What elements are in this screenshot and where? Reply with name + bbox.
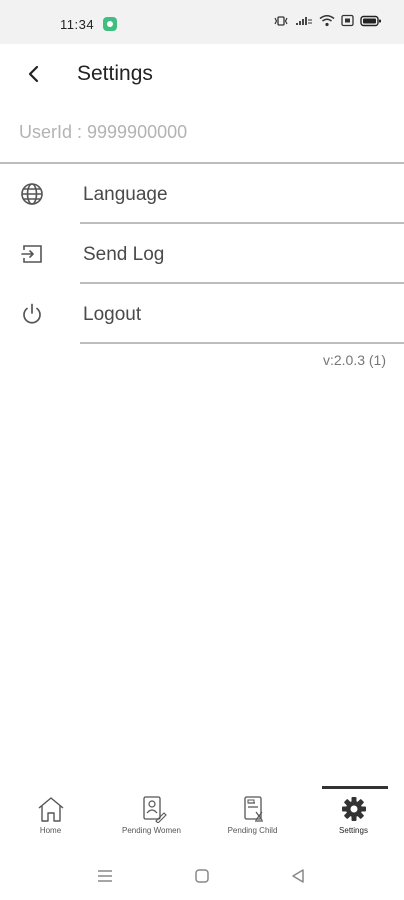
menu-item-label: Logout xyxy=(83,304,142,325)
globe-icon xyxy=(21,183,43,205)
back-button[interactable] xyxy=(20,60,48,88)
status-time: 11:34 xyxy=(60,17,95,32)
status-icons xyxy=(273,14,382,27)
menu-item-label: Send Log xyxy=(83,244,165,265)
network-signal-icon xyxy=(296,17,312,25)
pending-women-icon xyxy=(142,796,167,823)
menu-item-send-log[interactable]: Send Log xyxy=(0,224,404,284)
version-text: v:2.0.3 (1) xyxy=(322,352,386,368)
userid-text: UserId : 9999900000 xyxy=(19,122,188,142)
nav-label: Pending Child xyxy=(227,826,278,835)
menu-item-label: Language xyxy=(83,184,168,205)
active-tab-indicator xyxy=(322,786,388,789)
nav-label: Home xyxy=(39,826,62,835)
vibrate-icon xyxy=(274,15,288,26)
home-icon xyxy=(38,797,63,822)
nav-item-home[interactable]: Home xyxy=(0,786,101,852)
menu-item-logout[interactable]: Logout xyxy=(0,284,404,344)
app-notification-icon xyxy=(103,17,117,31)
status-bar: 11:34 xyxy=(0,0,404,44)
nav-label: Pending Women xyxy=(122,826,181,835)
settings-gear-icon xyxy=(341,797,366,821)
battery-icon xyxy=(360,15,381,26)
app-bar: Settings xyxy=(0,44,404,104)
nav-item-settings[interactable]: Settings xyxy=(303,786,404,852)
nav-label: Settings xyxy=(339,826,368,835)
wifi-icon xyxy=(319,15,335,27)
pending-child-icon xyxy=(243,796,263,822)
sim-icon xyxy=(341,14,354,27)
back-triangle-icon[interactable] xyxy=(290,868,306,884)
power-icon xyxy=(23,303,41,324)
chevron-left-icon xyxy=(28,65,39,83)
page-title: Settings xyxy=(77,62,153,85)
system-nav-bar xyxy=(0,852,404,900)
send-log-icon xyxy=(21,245,42,263)
menu-item-language[interactable]: Language xyxy=(0,164,404,224)
nav-item-pending-child[interactable]: Pending Child xyxy=(202,786,303,852)
bottom-nav: Home Pending Women Pending Child Setting… xyxy=(0,786,404,852)
divider xyxy=(80,342,404,344)
nav-item-pending-women[interactable]: Pending Women xyxy=(101,786,202,852)
menu-icon[interactable] xyxy=(96,868,114,884)
home-square-icon[interactable] xyxy=(194,868,210,884)
